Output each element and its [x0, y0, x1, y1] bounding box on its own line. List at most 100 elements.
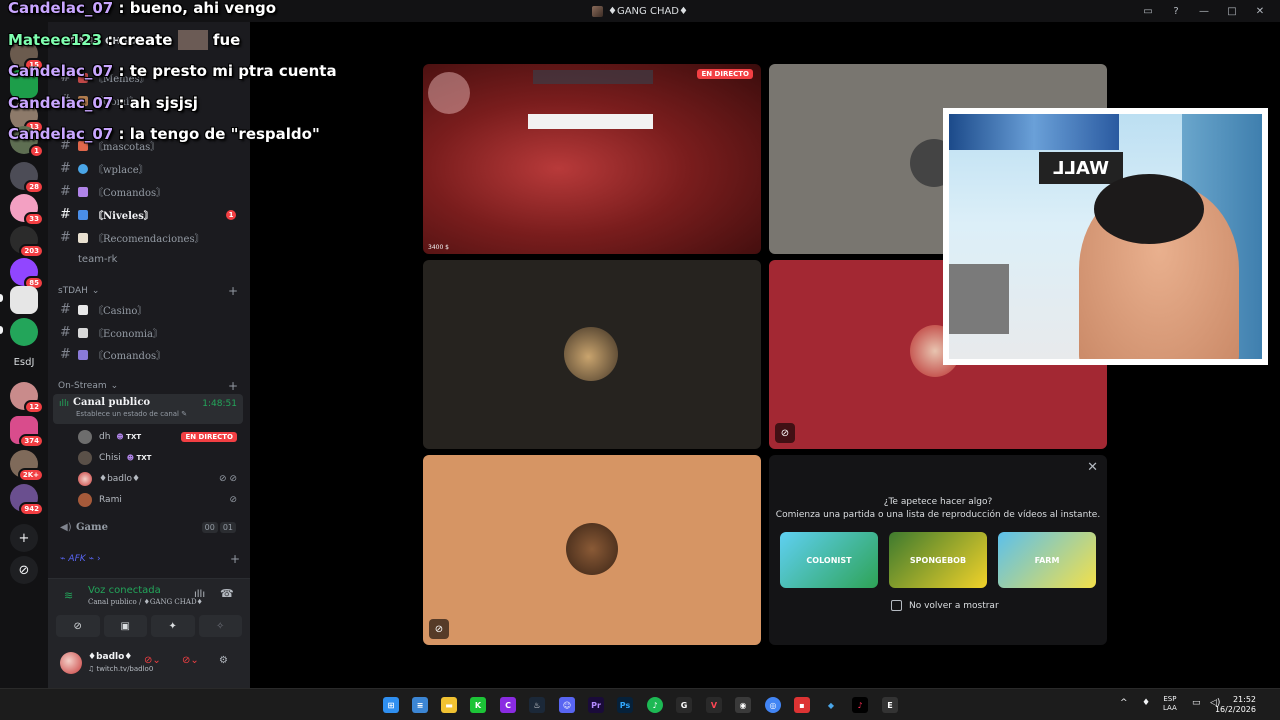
server-icon-14[interactable]: 2K+ [10, 450, 44, 482]
valorant-icon[interactable]: V [706, 697, 722, 713]
voice-location-link[interactable]: Canal publico / ♦GANG CHAD♦ [88, 598, 203, 606]
add-channel-icon[interactable]: + [228, 379, 238, 393]
share-screen-button[interactable]: ▣ [103, 615, 147, 637]
close-button[interactable]: ✕ [1250, 6, 1270, 17]
user-name[interactable]: ♦badlo♦ [88, 652, 132, 662]
language-indicator[interactable]: ESP LAA [1163, 695, 1177, 713]
category-onstream[interactable]: On-Stream ⌄ + [58, 379, 238, 393]
server-icon-10[interactable] [10, 318, 38, 346]
file-explorer-icon[interactable]: ▬ [441, 697, 457, 713]
gear-icon[interactable]: ⚙ [219, 655, 228, 666]
noise-suppression-icon[interactable]: ıllı [194, 589, 205, 600]
voice-user-dh[interactable]: dh ☻ TXT EN DIRECTO [78, 428, 243, 446]
microphone-icon[interactable]: ♦ [1142, 699, 1150, 708]
windows-start-icon[interactable]: ⊞ [383, 697, 399, 713]
chat-text: : create [107, 30, 173, 49]
user-avatar[interactable] [60, 652, 82, 674]
add-channel-icon[interactable]: + [230, 552, 240, 566]
channel-recomendaciones[interactable]: # 〘Recomendaciones〙 [56, 227, 242, 248]
mic-muted-icon[interactable]: ⊘⌄ [144, 655, 161, 666]
wall-sign-text: WALL [1053, 157, 1109, 179]
streamer-bot-icon[interactable]: ▪ [794, 697, 810, 713]
signal-icon[interactable]: ≋ [64, 589, 73, 602]
video-tile-5[interactable]: ⊘ [423, 455, 761, 645]
channel-wplace[interactable]: # 〘wplace〙 [56, 158, 242, 179]
server-icon-9[interactable] [10, 286, 38, 314]
server-icon-7[interactable]: 203 [10, 226, 44, 258]
activities-button[interactable]: ✦ [151, 615, 195, 637]
server-icon-5[interactable]: 28 [10, 162, 44, 194]
kick-icon[interactable]: K [470, 697, 486, 713]
chat-text: : la tengo de "respaldo" [118, 125, 320, 143]
maximize-button[interactable]: □ [1222, 6, 1242, 17]
inbox-icon[interactable]: ▭ [1138, 6, 1158, 17]
tiktok-icon[interactable]: ♪ [852, 697, 868, 713]
premiere-icon[interactable]: Pr [588, 697, 604, 713]
voice-user-badlo[interactable]: ♦badlo♦ ⊘ ⊘ [78, 470, 243, 488]
channel-casino[interactable]: # 〘Casino〙 [56, 299, 242, 320]
activity-card-spongebob[interactable]: SPONGEBOB [889, 532, 987, 588]
server-icon-13[interactable]: 374 [10, 416, 44, 448]
clock-time: 21:52 [1232, 695, 1256, 704]
discord-icon[interactable]: ☺ [559, 697, 575, 713]
diamond-app-icon[interactable]: ◆ [823, 697, 839, 713]
add-server-icon[interactable]: + [10, 524, 38, 552]
steam-icon[interactable]: ♨ [529, 697, 545, 713]
deafened-icon[interactable]: ⊘⌄ [182, 655, 199, 666]
minimize-button[interactable]: — [1194, 6, 1214, 17]
epic-games-icon[interactable]: E [882, 697, 898, 713]
channel-status-prompt[interactable]: Establece un estado de canal ✎ [59, 410, 237, 418]
channel-niveles[interactable]: # 〘Niveles〙 1 [56, 204, 242, 225]
mention-badge: 1 [226, 209, 236, 220]
spotify-icon[interactable]: ♪ [647, 697, 663, 713]
server-icon-6[interactable]: 33 [10, 194, 44, 226]
dont-show-checkbox[interactable] [891, 600, 902, 611]
game-hud [533, 70, 653, 84]
activity-title: COLONIST [806, 555, 852, 565]
g-hub-icon[interactable]: G [676, 697, 692, 713]
disconnect-icon[interactable]: ☎ [220, 587, 234, 600]
server-folder-label[interactable]: EsdJ [0, 357, 48, 368]
channel-team-rk[interactable]: team-rk [56, 249, 242, 270]
voice-channel-canal-publico[interactable]: ıllı Canal publico 1:48:51 Establece un … [53, 394, 243, 424]
category-tdah[interactable]: ꜱTDAH ⌄ + [58, 284, 238, 298]
video-tile-3[interactable] [423, 260, 761, 449]
help-icon[interactable]: ? [1166, 6, 1186, 17]
promo-question: ¿Te apetece hacer algo? [883, 497, 993, 507]
tray-chevron-icon[interactable]: ^ [1120, 699, 1128, 708]
dont-show-again[interactable]: No volver a mostrar [891, 600, 999, 611]
add-channel-icon[interactable]: + [228, 284, 238, 298]
activity-card-colonist[interactable]: COLONIST [780, 532, 878, 588]
voice-user-chisi[interactable]: Chisi ☻ TXT [78, 449, 243, 467]
chrome-icon[interactable]: ◎ [765, 697, 781, 713]
server-icon-12[interactable]: 12 [10, 382, 44, 414]
voice-channel-game[interactable]: ◀) Game 00 01 [56, 517, 242, 538]
voice-user-rami[interactable]: Rami ⊘ [78, 491, 243, 509]
window-title-text: ♦GANG CHAD♦ [608, 5, 688, 17]
photoshop-icon[interactable]: Ps [617, 697, 633, 713]
category-afk[interactable]: ⌁ AFK ⌁ › + [60, 552, 240, 566]
channel-comandos-2[interactable]: # 〘Comandos〙 [56, 344, 242, 365]
obs-icon[interactable]: ◉ [735, 697, 751, 713]
user-count: 00 [201, 522, 218, 533]
soundboard-button[interactable]: ✧ [198, 615, 242, 637]
stream-tile-game[interactable]: 3400 $ EN DIRECTO [423, 64, 761, 254]
voice-user-name: Chisi [99, 453, 121, 463]
camera-off-icon: ⊘ [775, 423, 795, 443]
camera-off-button[interactable]: ⊘ [56, 615, 100, 637]
game-banner [528, 114, 653, 129]
notepad-icon[interactable]: ≡ [412, 697, 428, 713]
channel-comandos[interactable]: # 〘Comandos〙 [56, 181, 242, 202]
system-clock[interactable]: 21:52 16/2/2026 [1215, 695, 1256, 715]
discover-icon[interactable]: ⊘ [10, 556, 38, 584]
canva-icon[interactable]: C [500, 697, 516, 713]
window-title: ♦GANG CHAD♦ [592, 5, 688, 17]
activity-card-farm[interactable]: FARM [998, 532, 1096, 588]
server-icon-15[interactable]: 942 [10, 484, 44, 516]
close-icon[interactable]: ✕ [1087, 460, 1098, 475]
network-icon[interactable]: ▭ [1192, 699, 1201, 708]
voice-connected-label[interactable]: Voz conectada [88, 585, 161, 596]
voice-user-name: Rami [99, 495, 122, 505]
server-icon-8[interactable]: 85 [10, 258, 44, 290]
channel-economia[interactable]: # 〘Economia〙 [56, 322, 242, 343]
